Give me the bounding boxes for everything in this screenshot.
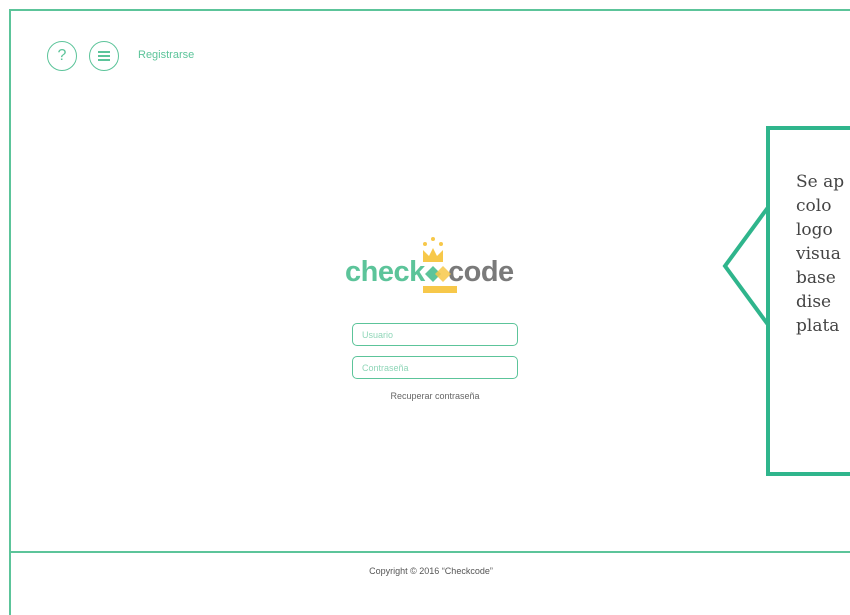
annotation-line: dise xyxy=(796,292,832,312)
username-input[interactable] xyxy=(352,323,518,346)
footer-divider xyxy=(11,551,850,553)
annotation-text: Se ap colo logo visua base dise plata xyxy=(796,170,850,338)
logo-wordmark: check code xyxy=(345,256,514,289)
logo-text-code: code xyxy=(448,256,514,288)
copyright-text: Copyright © 2016 “Checkcode” xyxy=(369,566,493,576)
callout-pointer xyxy=(722,204,770,328)
help-button[interactable]: ? xyxy=(47,41,77,71)
question-icon: ? xyxy=(57,47,67,64)
crown-icon xyxy=(423,237,457,293)
annotation-line: colo xyxy=(796,196,832,216)
register-link[interactable]: Registrarse xyxy=(138,49,194,61)
hamburger-icon xyxy=(98,51,110,61)
menu-button[interactable] xyxy=(89,41,119,71)
annotation-line: base xyxy=(796,268,836,288)
annotation-line: logo xyxy=(796,220,833,240)
logo-text-check: check xyxy=(345,256,425,288)
annotation-line: plata xyxy=(796,316,840,336)
recover-password-link[interactable]: Recuperar contraseña xyxy=(353,391,517,401)
checkcode-logo: check code xyxy=(345,236,525,296)
password-input[interactable] xyxy=(352,356,518,379)
annotation-line: Se ap xyxy=(796,172,845,192)
annotation-line: visua xyxy=(796,244,841,264)
